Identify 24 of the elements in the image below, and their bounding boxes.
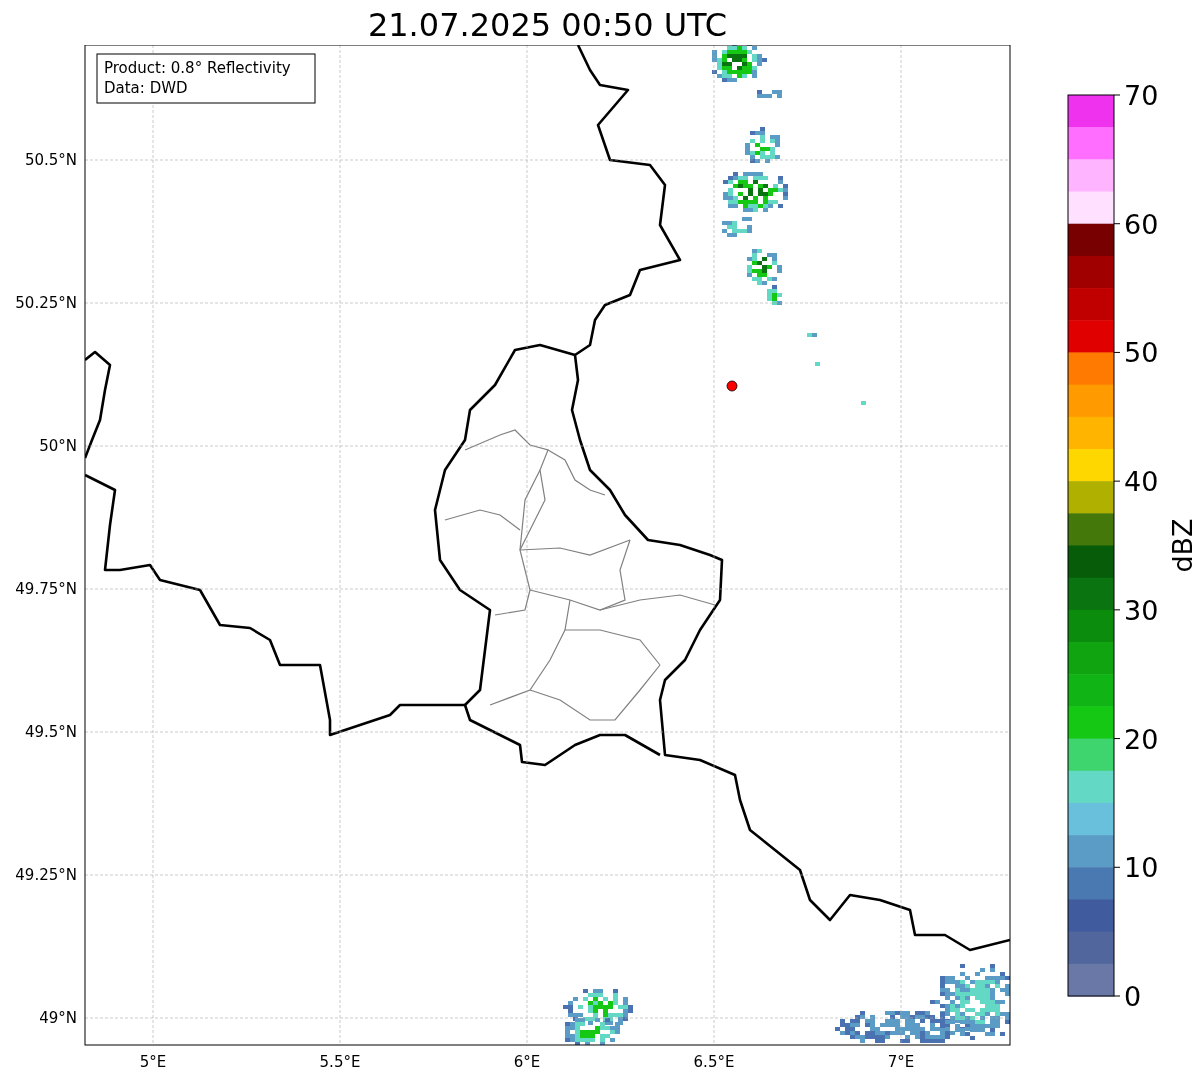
colorbar-tick-label: 20 <box>1124 723 1159 755</box>
y-tick-label: 49.25°N <box>15 866 77 884</box>
y-tick-label: 50.25°N <box>15 294 77 312</box>
y-tick-label: 50.5°N <box>24 151 77 169</box>
x-tick-label: 5.5°E <box>319 1053 361 1071</box>
y-tick-label: 50°N <box>39 437 77 455</box>
colorbar-tick-label: 60 <box>1124 208 1159 240</box>
x-tick-label: 7°E <box>887 1053 915 1071</box>
colorbar-label: dBZ <box>1167 518 1198 573</box>
x-tick-label: 6°E <box>513 1053 541 1071</box>
colorbar-tick-label: 10 <box>1124 852 1159 884</box>
colorbar-tick-label: 70 <box>1124 80 1159 111</box>
colorbar-tick-label: 30 <box>1124 594 1159 626</box>
info-text: Product: 0.8° Reflectivity <box>104 59 291 77</box>
x-tick-label: 6.5°E <box>693 1053 735 1071</box>
colorbar-tick-label: 50 <box>1124 337 1159 369</box>
y-tick-label: 49.75°N <box>15 580 77 598</box>
chart-title: 21.07.2025 00:50 UTC <box>367 5 728 46</box>
colorbar-tick-label: 40 <box>1124 466 1159 498</box>
x-tick-label: 5°E <box>139 1053 167 1071</box>
y-tick-label: 49°N <box>39 1009 77 1027</box>
colorbar-tick-label: 0 <box>1124 981 1142 1012</box>
y-tick-label: 49.5°N <box>24 723 77 741</box>
info-text: Data: DWD <box>104 79 188 97</box>
